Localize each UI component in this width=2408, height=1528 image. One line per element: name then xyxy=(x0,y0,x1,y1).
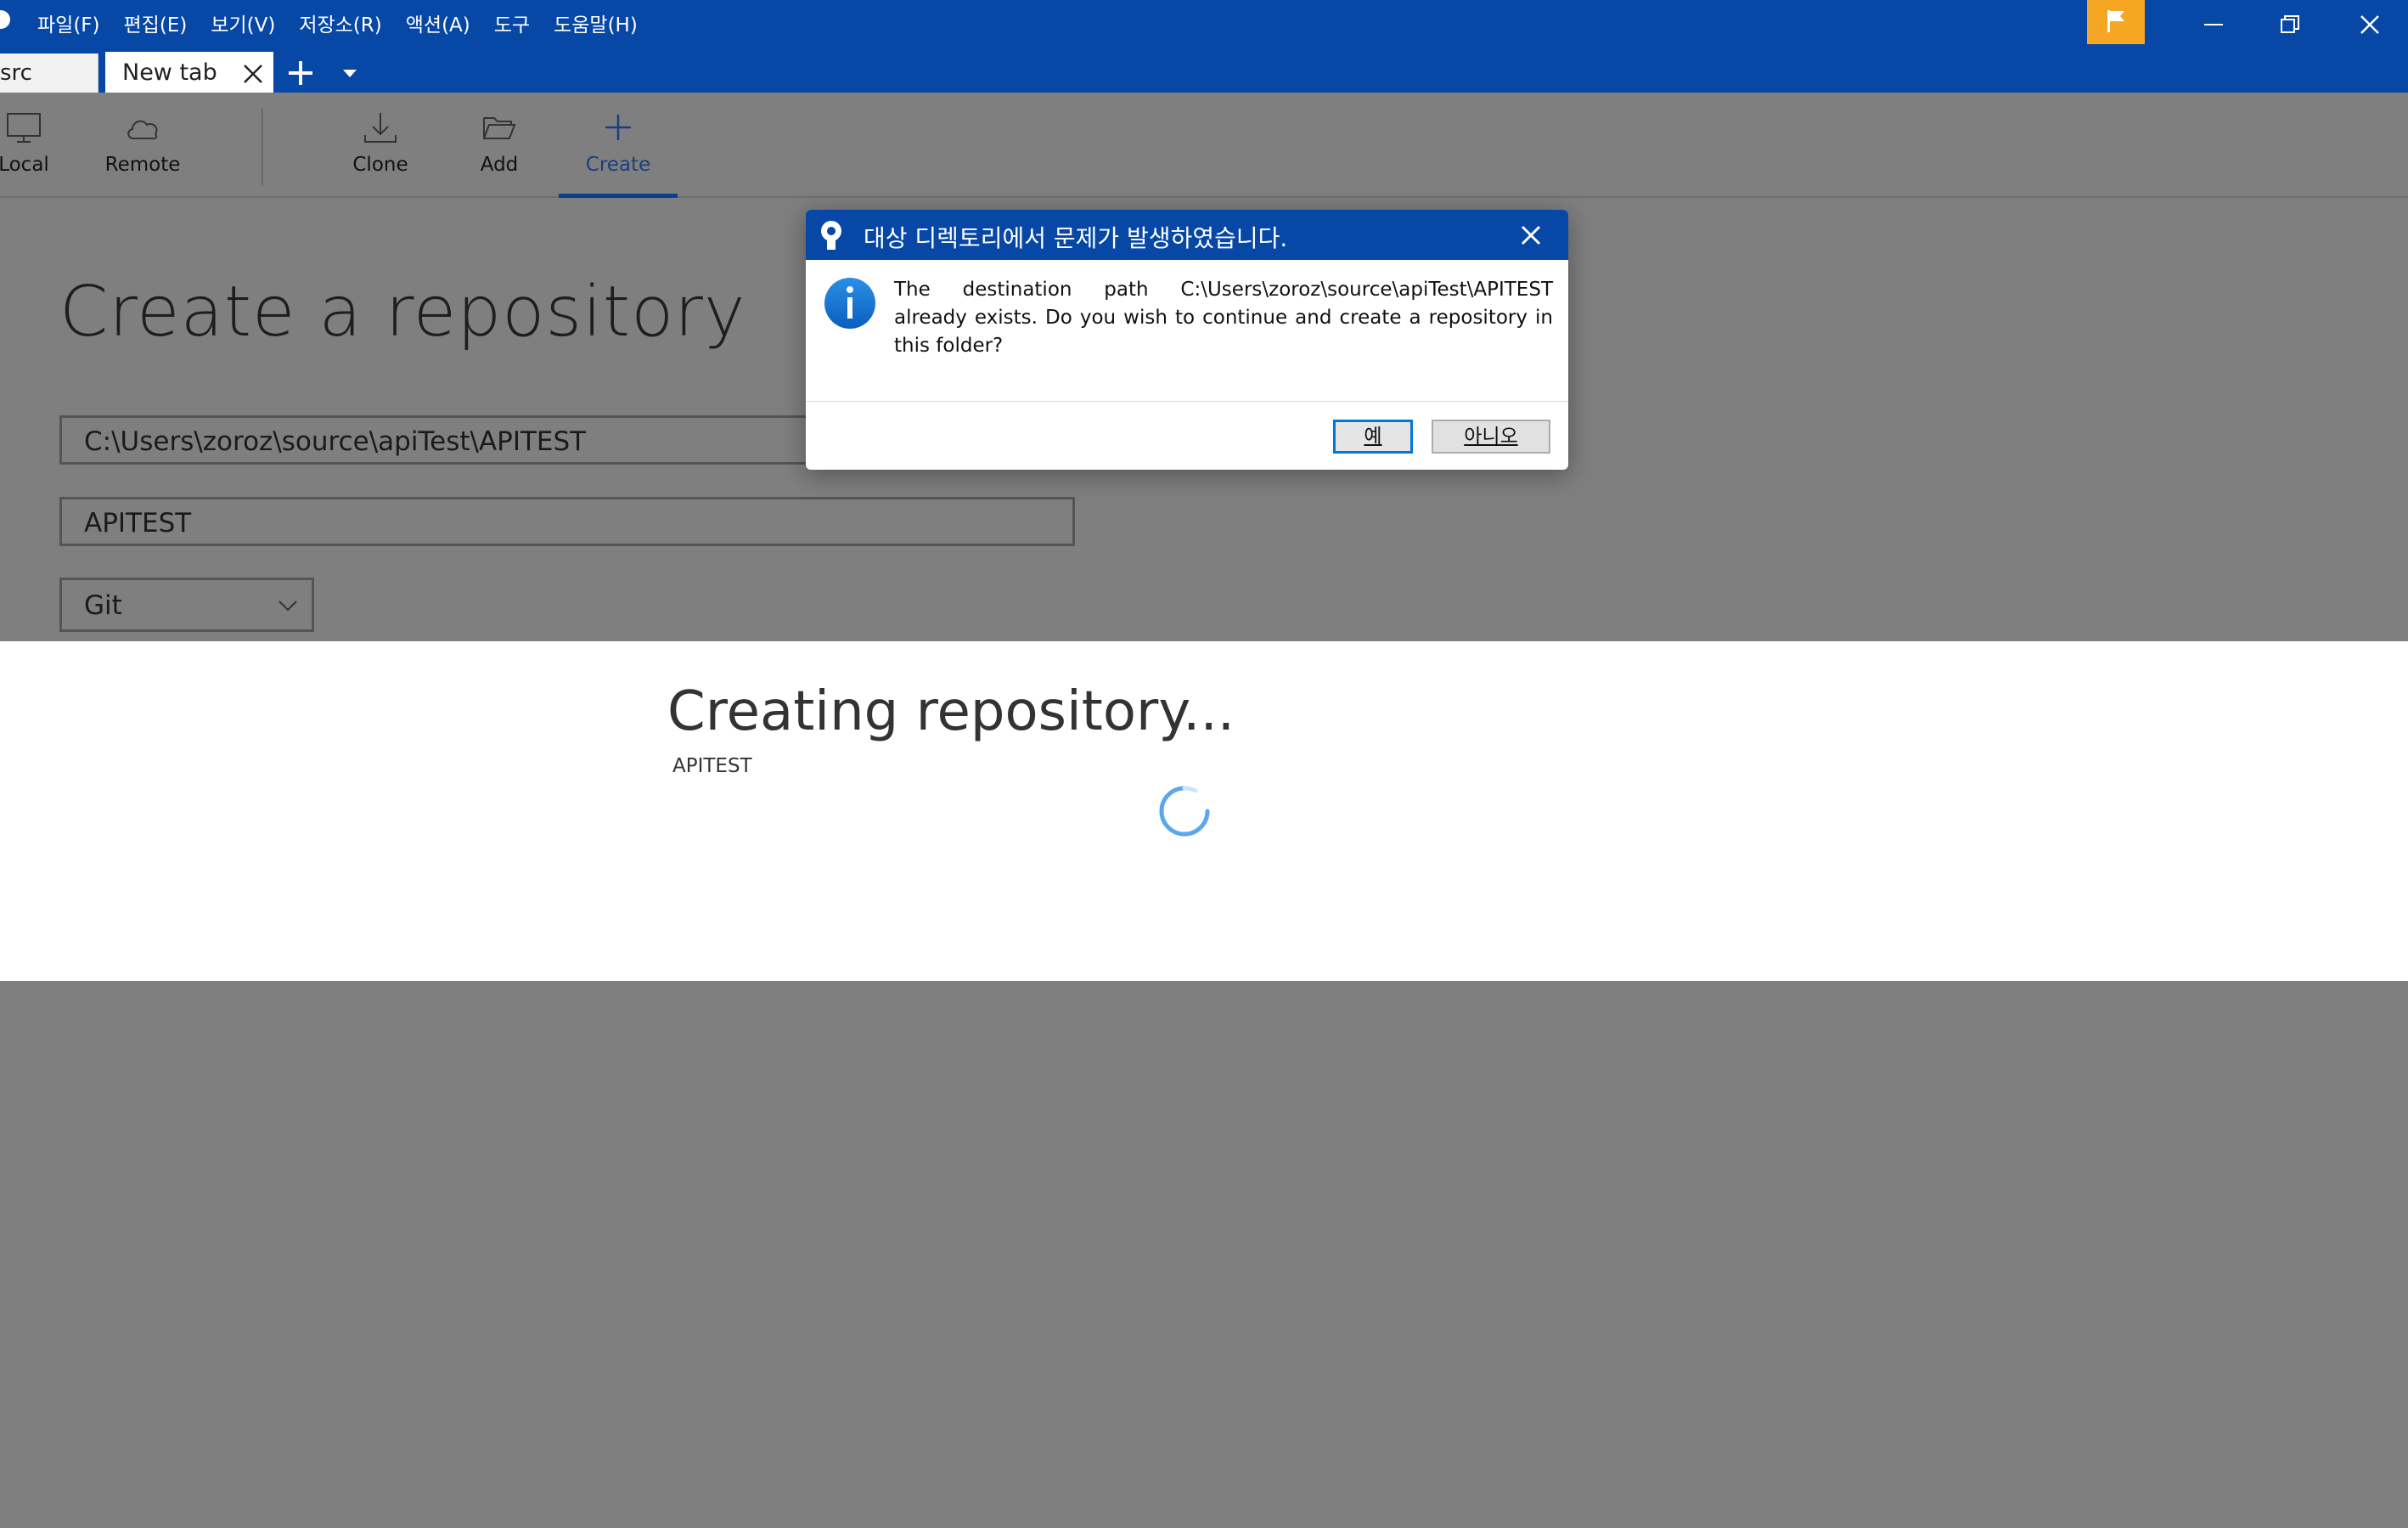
repository-name-input[interactable]: APITEST xyxy=(59,497,1075,546)
add-tab-icon[interactable] xyxy=(285,58,316,88)
close-window-button[interactable] xyxy=(2332,0,2408,49)
clone-button[interactable]: Clone xyxy=(340,93,421,196)
menu-view[interactable]: 보기(V) xyxy=(211,10,289,41)
cloud-icon xyxy=(127,120,158,139)
yes-label: 예 xyxy=(1364,426,1382,448)
folder-icon xyxy=(483,117,516,139)
confirm-dialog: 대상 디렉토리에서 문제가 발생하였습니다. The destination p… xyxy=(806,210,1568,470)
close-icon xyxy=(2360,15,2379,34)
no-button[interactable]: 아니오 xyxy=(1432,420,1550,454)
minimize-icon xyxy=(2204,24,2223,25)
repository-name-value: APITEST xyxy=(84,508,192,538)
clone-label: Clone xyxy=(352,154,408,176)
destination-path-value: C:\Users\zoroz\source\apiTest\APITEST xyxy=(84,426,587,457)
dialog-header: 대상 디렉토리에서 문제가 발생하였습니다. xyxy=(806,210,1568,260)
dialog-close-icon[interactable] xyxy=(1519,223,1543,247)
dialog-message: The destination path C:\Users\zoroz\sour… xyxy=(894,279,1553,357)
tab-label: src xyxy=(0,60,32,86)
app-logo-icon xyxy=(0,10,10,29)
remote-button[interactable]: Remote xyxy=(100,93,185,196)
plus-icon xyxy=(605,115,631,140)
restore-button[interactable] xyxy=(2252,0,2328,49)
minimize-button[interactable] xyxy=(2175,0,2252,49)
tab-menu-chevron-down-icon[interactable] xyxy=(340,65,360,82)
menu-bar: 파일(F) 편집(E) 보기(V) 저장소(R) 액션(A) 도구 도움말(H) xyxy=(37,10,661,41)
menu-repository[interactable]: 저장소(R) xyxy=(299,10,395,41)
creating-repository-name: APITEST xyxy=(672,755,752,777)
sourcetree-logo-icon xyxy=(821,221,841,250)
toolbar-divider xyxy=(262,108,263,186)
create-button[interactable]: Create xyxy=(560,93,676,196)
toolbar: Local Remote Clone Add Create xyxy=(0,93,2408,198)
flag-button[interactable] xyxy=(2087,0,2145,44)
tab-src[interactable]: src xyxy=(0,54,98,93)
repository-type-value: Git xyxy=(84,590,122,621)
tab-close-icon[interactable] xyxy=(243,64,263,84)
info-icon xyxy=(824,278,875,329)
tab-new-tab[interactable]: New tab xyxy=(105,52,273,93)
local-label: Local xyxy=(0,154,49,176)
menu-help[interactable]: 도움말(H) xyxy=(554,10,651,41)
creating-title: Creating repository... xyxy=(667,680,1235,743)
local-button[interactable]: Local xyxy=(0,93,65,196)
add-button[interactable]: Add xyxy=(459,93,540,196)
menu-edit[interactable]: 편집(E) xyxy=(124,10,201,41)
repository-type-select[interactable]: Git xyxy=(59,578,314,632)
add-label: Add xyxy=(480,154,519,176)
title-bar: 파일(F) 편집(E) 보기(V) 저장소(R) 액션(A) 도구 도움말(H)… xyxy=(0,0,2408,93)
page-title: Create a repository xyxy=(59,272,746,352)
create-label: Create xyxy=(585,154,651,176)
chevron-down-icon xyxy=(278,600,297,612)
menu-tools[interactable]: 도구 xyxy=(494,10,543,41)
remote-label: Remote xyxy=(104,154,181,176)
menu-actions[interactable]: 액션(A) xyxy=(406,10,484,41)
download-icon xyxy=(364,113,397,143)
active-tab-indicator xyxy=(559,194,678,198)
restore-icon xyxy=(2281,15,2299,33)
dialog-title: 대상 디렉토리에서 문제가 발생하였습니다. xyxy=(864,224,1288,252)
tab-label: New tab xyxy=(122,59,217,86)
creating-progress-panel: Creating repository... APITEST xyxy=(0,641,2408,981)
yes-button[interactable]: 예 xyxy=(1333,420,1413,454)
menu-file[interactable]: 파일(F) xyxy=(37,10,114,41)
dialog-divider xyxy=(806,401,1568,402)
loading-spinner-icon xyxy=(1159,786,1210,837)
flag-icon xyxy=(2107,10,2124,32)
no-label: 아니오 xyxy=(1464,426,1518,448)
monitor-icon xyxy=(7,113,41,143)
